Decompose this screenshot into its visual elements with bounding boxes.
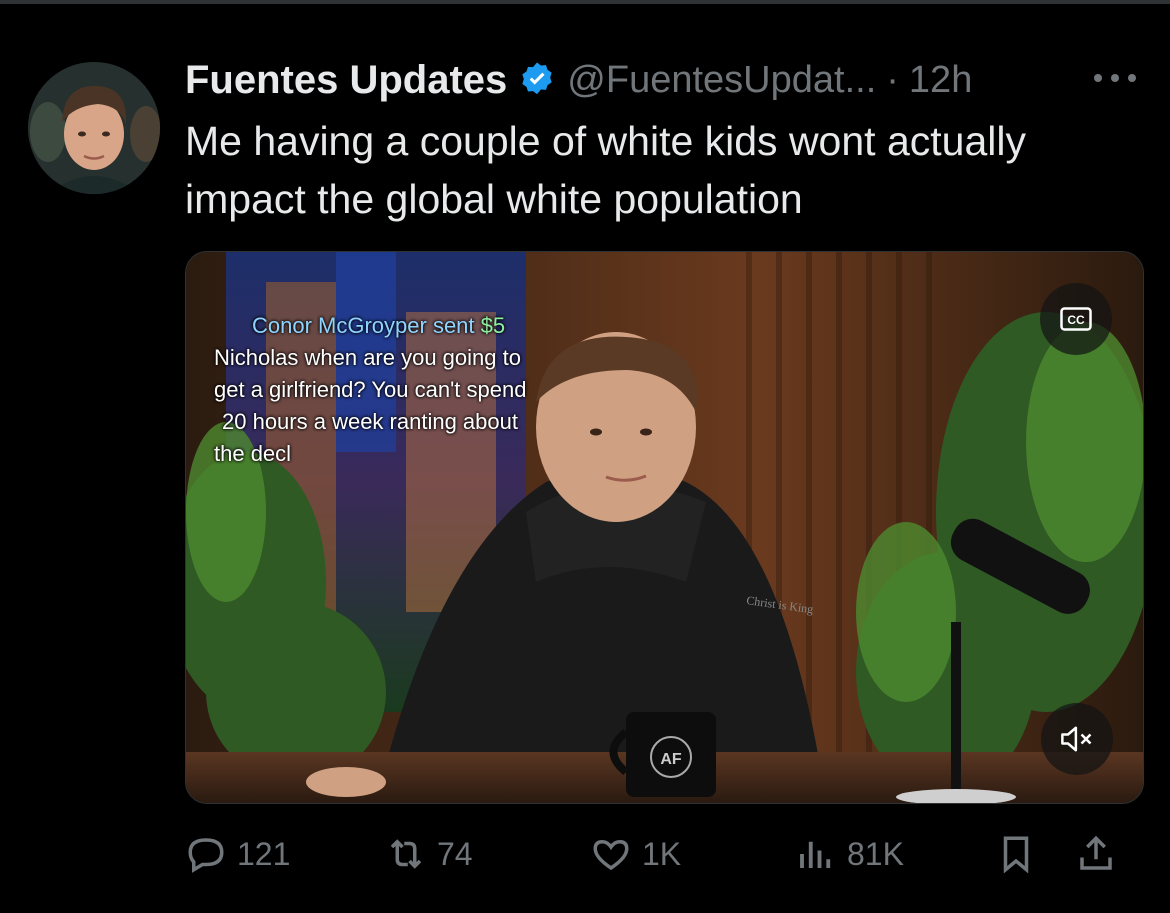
caption-sender-name: Conor McGroyper sent — [252, 313, 481, 338]
svg-text:CC: CC — [1067, 313, 1085, 327]
bookmark-icon — [1003, 836, 1029, 874]
caption-line: the decl — [214, 441, 292, 466]
tweet-text: Me having a couple of white kids wont ac… — [185, 118, 1026, 222]
repost-button[interactable]: 74 — [385, 828, 473, 880]
caption-line: Nicholas when are you going to — [214, 345, 521, 370]
volume-muted-icon — [1061, 726, 1092, 752]
top-divider — [0, 0, 1170, 4]
reply-count: 121 — [237, 835, 291, 872]
more-dots-icon[interactable] — [1090, 60, 1140, 96]
views-icon — [800, 841, 831, 868]
reply-icon — [188, 838, 224, 873]
heart-icon — [593, 839, 629, 871]
caption-sender: Conor McGroyper sent $5 — [214, 310, 604, 342]
action-bar: 121 74 1K 81K — [185, 828, 1145, 880]
repost-count: 74 — [437, 835, 473, 872]
video-caption: Conor McGroyper sent $5 Nicholas when ar… — [214, 310, 604, 470]
views-button[interactable]: 81K — [795, 828, 904, 880]
share-button[interactable] — [1075, 828, 1117, 880]
caption-line: get a girlfriend? You can't spend — [214, 377, 527, 402]
repost-icon — [390, 839, 422, 869]
caption-line: 20 hours a week ranting about — [222, 409, 518, 434]
author-handle[interactable]: @FuentesUpdat... — [567, 59, 876, 102]
cc-button[interactable]: CC — [1040, 283, 1112, 355]
tweet-header: Fuentes Updates @FuentesUpdat... · 12h — [185, 52, 972, 108]
mug-logo: AF — [660, 751, 682, 768]
reply-button[interactable]: 121 — [185, 828, 290, 880]
bookmark-button[interactable] — [995, 828, 1037, 880]
tweet-time[interactable]: 12h — [909, 59, 972, 102]
separator-dot: · — [886, 58, 899, 101]
share-icon — [1080, 835, 1112, 870]
avatar-image — [28, 62, 160, 194]
caption-amount: $5 — [480, 313, 506, 338]
verified-badge-icon — [517, 60, 557, 100]
cc-icon: CC — [1060, 307, 1092, 331]
author-name[interactable]: Fuentes Updates — [185, 58, 507, 103]
avatar[interactable] — [28, 62, 160, 194]
video-player[interactable]: AF Christ is King Conor McGroyper sent $… — [185, 251, 1144, 804]
like-count: 1K — [642, 835, 682, 872]
views-count: 81K — [847, 835, 904, 872]
mute-button[interactable] — [1041, 703, 1113, 775]
like-button[interactable]: 1K — [590, 828, 681, 880]
